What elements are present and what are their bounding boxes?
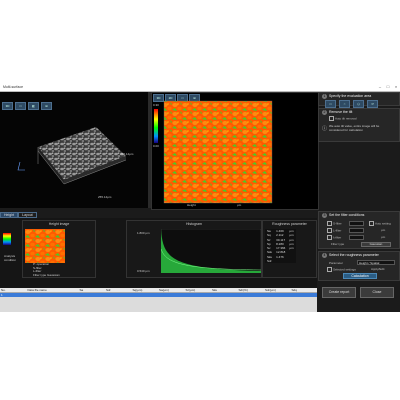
l-filter-checkbox[interactable] — [327, 228, 332, 233]
window-title: Multi-surface — [3, 85, 24, 89]
selected-settings-checkbox[interactable] — [327, 267, 332, 272]
colorbar — [154, 109, 158, 143]
histogram-chart — [161, 229, 261, 273]
roughness-row: Sq 2.112 μm — [267, 233, 294, 238]
step1-title: Specify the evaluation area — [329, 94, 372, 98]
histogram-panel: Histogram 1.800 μm 0.540 μm — [126, 220, 262, 278]
roughness-row: Sdr — [267, 259, 272, 264]
parameter-label: Parameter — [329, 261, 344, 265]
apply-edit-link[interactable]: Apply/Edit — [371, 267, 385, 271]
height-map — [154, 100, 273, 204]
auto-setting-label: Auto setting — [375, 221, 391, 226]
s-filter-label: S-filter — [333, 221, 342, 226]
calculation-button[interactable]: Calculation — [343, 273, 377, 279]
info-icon: ⓘ — [322, 126, 328, 132]
lambda-filter-unit: μm — [381, 235, 386, 239]
area-rect-button[interactable]: □ — [325, 100, 336, 108]
axis-x-label: 255.14μm — [98, 195, 112, 199]
auto-tilt-label: Auto tilt removal — [335, 116, 357, 121]
map-axis-label: Height — [187, 203, 196, 207]
s-filter-input[interactable] — [349, 221, 364, 226]
area-freeform-button[interactable]: ⬠ — [353, 100, 364, 108]
area-circle-button[interactable]: ○ — [339, 100, 350, 108]
roughness-title: Roughness parameter — [272, 222, 307, 226]
create-report-button[interactable]: Create report — [322, 287, 356, 298]
step1-panel: 1 Specify the evaluation area □ ○ ⬠ ↺ — [318, 92, 400, 108]
auto-tilt-checkbox[interactable] — [329, 116, 334, 121]
application-window: Multi-surface – □ × 3D □ ◧ ⊞ 256.14μm 25… — [0, 83, 400, 312]
map-axis-unit: μm — [237, 203, 242, 207]
analysis-legend: P: operation S-filter L-filter Filter ty… — [33, 262, 60, 277]
lambda-filter-label: λ-filter — [333, 235, 342, 240]
minimize-button[interactable]: – — [376, 83, 384, 91]
s-filter-checkbox[interactable] — [327, 221, 332, 226]
area-reset-button[interactable]: ↺ — [367, 100, 378, 108]
axis-gizmo-icon — [17, 161, 25, 171]
filter-type-select[interactable]: Gaussian — [361, 242, 391, 247]
auto-setting-checkbox[interactable] — [369, 221, 374, 226]
step4-title: Select the roughness parameter — [329, 253, 379, 257]
l-filter-label: L-filter — [333, 228, 342, 233]
axis-y-label: 256.14μm — [120, 152, 134, 156]
mini-colorbar — [3, 233, 11, 245]
roughness-panel: Roughness parameter Sa 1.469 μm Sq 2.112 μm … — [262, 220, 317, 278]
height-image-thumb — [25, 229, 65, 263]
l-filter-input[interactable] — [349, 228, 364, 233]
roughness-table: Sa 1.469 μm Sq 2.112 μm Sz 30.117 μm Sp 8.280 μm… — [265, 229, 296, 264]
view-3d[interactable]: 3D □ ◧ ⊞ 256.14μm 255.14μm — [0, 92, 148, 208]
step2-title: Remove the tilt — [329, 110, 353, 114]
close-button[interactable]: Close — [360, 287, 394, 298]
step3-number: 3 — [322, 213, 327, 218]
step4-number: 4 — [322, 253, 327, 258]
lambda-filter-checkbox[interactable] — [327, 235, 332, 240]
result-area: Analysis condition Height image P: opera… — [0, 218, 317, 290]
analysis-condition-label: Analysis condition — [4, 254, 17, 262]
close-window-button[interactable]: × — [392, 83, 400, 91]
parameter-select[interactable]: Height / Spatial — [357, 260, 395, 265]
step3-title: Set the filter conditions — [329, 213, 365, 217]
step4-panel: 4 Select the roughness parameter Paramete… — [318, 251, 400, 281]
maximize-button[interactable]: □ — [384, 83, 392, 91]
step2-number: 2 — [322, 110, 327, 115]
surface-3d-render — [17, 127, 127, 185]
l-filter-unit: μm — [381, 228, 386, 232]
selected-settings-label: Selected settings — [333, 267, 356, 272]
area-tools: □ ○ ⬠ ↺ — [319, 100, 399, 108]
colorbar-max: 0.30 — [153, 103, 159, 107]
table-row[interactable]: 1 — [0, 293, 317, 297]
results-table: No. Data file name Sa Sdr Sq(μm) Sa(μm) Sz(μm)… — [0, 288, 317, 312]
step2-panel: 2 Remove the tilt Auto tilt removal ⓘ We … — [318, 108, 400, 142]
tilt-info-text: We auto tilt value, entire image will be… — [329, 124, 380, 132]
filter-type-label: Filter type — [331, 242, 345, 246]
height-image-title: Height image — [48, 222, 70, 226]
step3-panel: 3 Set the filter conditions S-filter Auto… — [318, 211, 400, 249]
colorbar-min: 0.00 — [153, 144, 159, 148]
histogram-top-label: 1.800 μm — [137, 231, 150, 235]
title-bar: Multi-surface – □ × — [0, 83, 400, 92]
height-image-panel: Height image P: operation S-filter L-fil… — [22, 220, 96, 278]
histogram-mid-label: 0.540 μm — [137, 269, 150, 273]
view-2d[interactable]: 3D 2D □ ⊞ 0.30 0.00 Height μm — [151, 92, 319, 210]
lambda-filter-input[interactable] — [349, 235, 364, 240]
histogram-title: Histogram — [186, 222, 202, 226]
step1-number: 1 — [322, 94, 327, 99]
